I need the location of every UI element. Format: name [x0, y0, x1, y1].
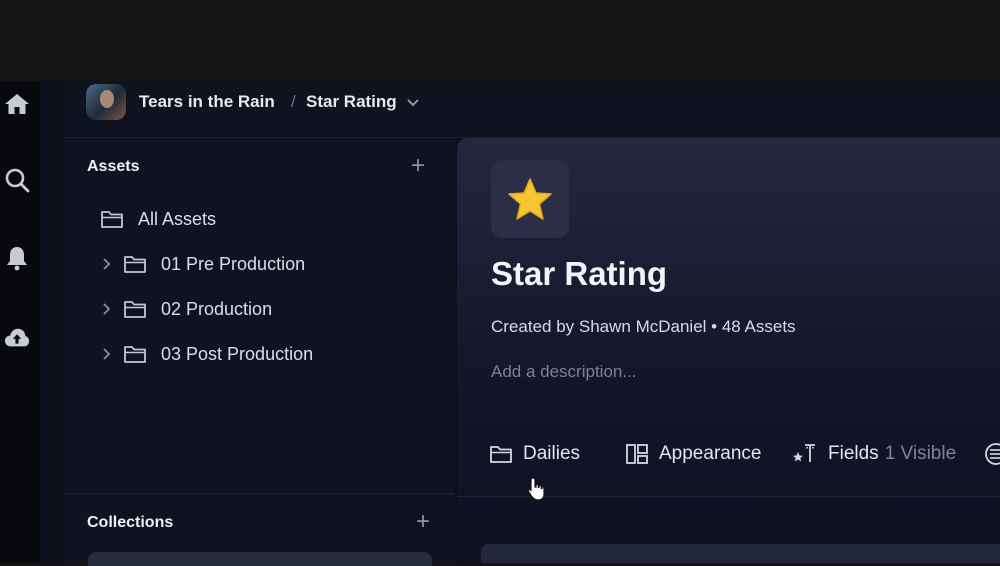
tree-item-production[interactable]: 02 Production	[123, 293, 272, 325]
dailies-button[interactable]: Dailies	[489, 438, 580, 470]
chevron-right-icon[interactable]	[101, 347, 111, 361]
upload-cloud-icon[interactable]	[4, 325, 30, 351]
collections-heading: Collections	[87, 514, 174, 531]
folder-icon	[124, 301, 146, 318]
breadcrumb-separator: /	[291, 92, 296, 111]
search-icon[interactable]	[4, 167, 30, 193]
project-avatar[interactable]	[86, 84, 126, 120]
tree-item-label: 03 Post Production	[161, 343, 314, 364]
star-icon	[508, 178, 552, 220]
sort-icon[interactable]	[984, 442, 1000, 466]
add-asset-icon[interactable]: +	[411, 154, 425, 178]
sidebar-divider	[64, 493, 455, 494]
tree-item-label: 01 Pre Production	[161, 253, 306, 274]
layout-icon	[626, 444, 648, 464]
chevron-right-icon[interactable]	[101, 302, 111, 316]
collection-title: Star Rating	[491, 255, 668, 292]
tree-item-post-production[interactable]: 03 Post Production	[123, 338, 313, 370]
folder-icon	[490, 446, 512, 463]
add-collection-icon[interactable]: +	[416, 510, 430, 534]
chevron-right-icon[interactable]	[101, 257, 111, 271]
top-black-bar	[0, 0, 1000, 81]
fields-label: Fields	[828, 443, 879, 464]
description-input[interactable]: Add a description...	[491, 362, 637, 382]
bell-icon[interactable]	[4, 245, 30, 271]
tree-item-pre-production[interactable]: 01 Pre Production	[123, 248, 305, 280]
asset-card[interactable]	[481, 544, 1000, 563]
collection-item[interactable]	[88, 552, 432, 566]
chevron-down-icon[interactable]	[406, 97, 420, 109]
collection-meta: Created by Shawn McDaniel • 48 Assets	[491, 317, 796, 336]
tree-item-all-assets[interactable]: All Assets	[100, 203, 216, 235]
appearance-label: Appearance	[659, 443, 762, 464]
folder-icon	[124, 346, 146, 363]
star-text-icon	[793, 444, 815, 462]
fields-count: 1 Visible	[884, 443, 957, 464]
folder-icon	[124, 256, 146, 273]
fields-button[interactable]: Fields 1 Visible	[792, 438, 956, 470]
appearance-button[interactable]: Appearance	[625, 438, 761, 470]
breadcrumb-current[interactable]: Star Rating	[306, 92, 397, 112]
breadcrumb-project[interactable]: Tears in the Rain	[139, 92, 275, 112]
dailies-label: Dailies	[523, 443, 581, 464]
icon-rail	[0, 81, 40, 563]
folder-icon	[101, 211, 123, 228]
collection-icon-box[interactable]	[491, 160, 569, 238]
tree-item-label: All Assets	[138, 208, 217, 229]
hand-cursor-icon	[527, 477, 545, 501]
home-icon[interactable]	[4, 91, 30, 117]
assets-heading: Assets	[87, 158, 140, 175]
tree-item-label: 02 Production	[161, 298, 273, 319]
